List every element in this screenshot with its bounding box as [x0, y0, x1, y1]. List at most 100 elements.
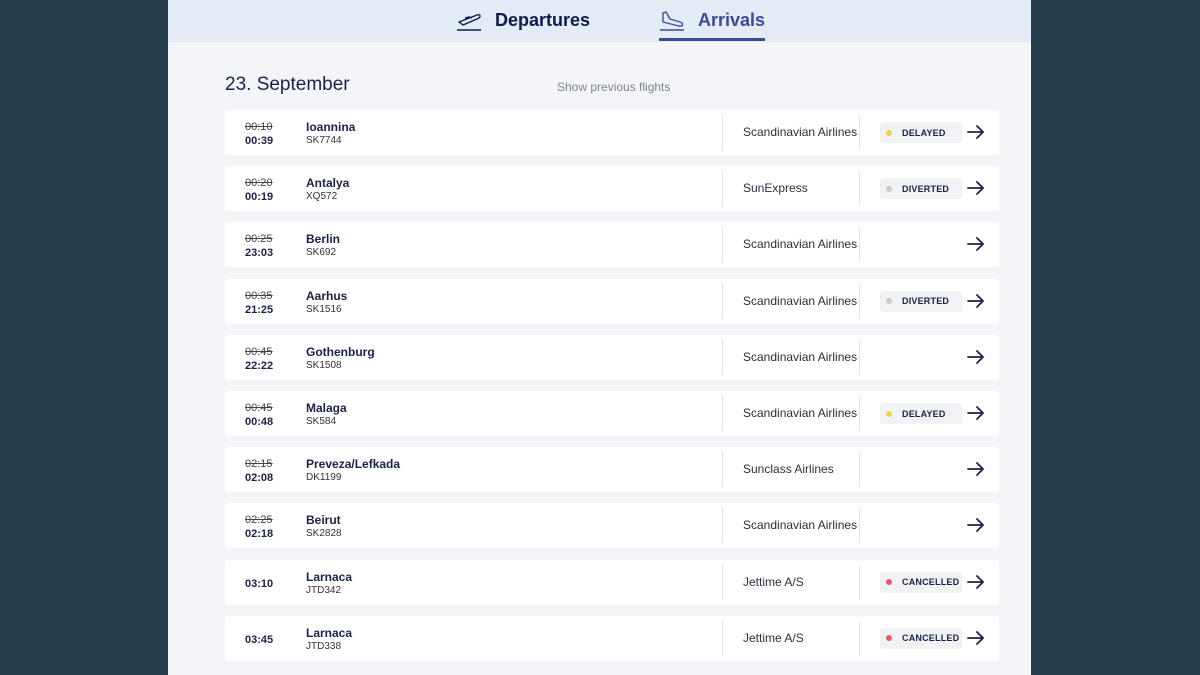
flight-row[interactable]: 03:45 Larnaca JTD338 Jettime A/S CANCELL… [225, 615, 999, 661]
scheduled-time: 00:25 [245, 233, 273, 246]
flight-row[interactable]: 03:10 Larnaca JTD342 Jettime A/S CANCELL… [225, 559, 999, 605]
divider [722, 283, 723, 319]
flight-destination: Aarhus SK1516 [306, 289, 347, 317]
flight-number: JTD342 [306, 584, 342, 596]
flight-row[interactable]: 00:35 21:25 Aarhus SK1516 Scandinavian A… [225, 278, 999, 324]
flight-destination: Malaga SK584 [306, 401, 347, 429]
status-badge: CANCELLED [880, 571, 962, 593]
airline-name: Jettime A/S [743, 630, 804, 645]
scheduled-time: 00:45 [245, 402, 273, 414]
destination-city: Beirut [306, 513, 341, 528]
arrow-right-icon[interactable] [967, 236, 985, 252]
divider [722, 227, 723, 263]
scheduled-time: 02:15 [245, 458, 273, 471]
airline-name: Scandinavian Airlines [743, 406, 858, 420]
date-heading: 23. September [225, 74, 350, 95]
destination-city: Preveza/Lefkada [306, 457, 401, 472]
actual-time: 03:45 [245, 633, 274, 646]
status-text: DIVERTED [902, 183, 950, 194]
scheduled-time: 02:25 [245, 514, 273, 527]
tab-bar: Departures Arrivals [168, 0, 1031, 42]
flight-number: SK692 [306, 247, 337, 259]
destination-city: Gothenburg [306, 344, 375, 359]
divider [859, 508, 860, 544]
actual-time: 02:18 [245, 528, 274, 541]
status-dot [886, 185, 892, 192]
show-previous-flights-link[interactable]: Show previous flights [557, 80, 670, 94]
flight-row[interactable]: 00:45 00:48 Malaga SK584 Scandinavian Ai… [225, 391, 999, 436]
divider [859, 115, 860, 150]
flight-times: 02:15 02:08 [245, 457, 273, 485]
divider [722, 171, 723, 207]
arrow-right-icon[interactable] [967, 574, 985, 590]
actual-time: 00:48 [245, 416, 274, 428]
scheduled-time: 00:10 [245, 121, 273, 133]
tab-departures[interactable]: Departures [456, 0, 590, 41]
actual-time: 00:39 [245, 135, 274, 147]
flight-destination: Preveza/Lefkada DK1199 [306, 457, 400, 485]
flight-destination: Gothenburg SK1508 [306, 345, 375, 373]
divider [859, 564, 860, 600]
actual-time: 21:25 [245, 303, 274, 316]
tab-arrivals[interactable]: Arrivals [659, 0, 766, 41]
airline-name: Scandinavian Airlines [743, 349, 858, 364]
destination-city: Larnaca [306, 569, 353, 584]
divider [722, 115, 723, 150]
flight-destination: Ioannina SK7744 [306, 120, 355, 148]
flight-row[interactable]: 00:20 00:19 Antalya XQ572 SunExpress DIV… [225, 166, 999, 212]
destination-city: Berlin [306, 232, 341, 247]
flight-number: SK7744 [306, 135, 342, 146]
flight-row[interactable]: 02:25 02:18 Beirut SK2828 Scandinavian A… [225, 503, 999, 549]
flight-number: DK1199 [306, 472, 342, 484]
flight-destination: Berlin SK692 [306, 232, 340, 260]
divider [722, 339, 723, 375]
status-text: DIVERTED [902, 296, 950, 307]
status-text: CANCELLED [902, 633, 960, 644]
actual-time: 02:08 [245, 472, 274, 485]
divider [859, 339, 860, 375]
flight-board: Departures Arrivals 23. September Show p… [168, 0, 1031, 675]
divider [722, 452, 723, 488]
plane-takeoff-icon [457, 13, 481, 31]
scheduled-time: 00:20 [245, 177, 273, 190]
arrow-right-icon[interactable] [967, 405, 985, 421]
arrow-right-icon[interactable] [967, 180, 985, 196]
flight-row[interactable]: 00:25 23:03 Berlin SK692 Scandinavian Ai… [225, 222, 999, 268]
arrow-right-icon[interactable] [967, 349, 985, 365]
divider [722, 508, 723, 544]
flight-times: 00:35 21:25 [245, 289, 273, 317]
status-dot [886, 298, 892, 305]
flight-number: SK1508 [306, 359, 342, 371]
airline-name: Scandinavian Airlines [743, 125, 858, 139]
actual-time: 00:19 [245, 191, 274, 204]
actual-time: 22:22 [245, 359, 274, 372]
tab-arrivals-label: Arrivals [698, 10, 766, 30]
divider [859, 452, 860, 488]
flight-number: SK584 [306, 416, 337, 427]
flight-number: SK2828 [306, 528, 342, 540]
flight-destination: Beirut SK2828 [306, 513, 342, 541]
airline-name: Scandinavian Airlines [743, 293, 858, 308]
divider [859, 227, 860, 263]
destination-city: Aarhus [306, 288, 348, 303]
flight-times: 00:10 00:39 [245, 120, 273, 148]
arrow-right-icon[interactable] [967, 124, 985, 140]
scheduled-time: 00:35 [245, 289, 273, 302]
divider [859, 396, 860, 431]
arrow-right-icon[interactable] [967, 630, 985, 646]
flight-row[interactable]: 02:15 02:08 Preveza/Lefkada DK1199 Suncl… [225, 447, 999, 493]
status-badge: DELAYED [880, 403, 962, 424]
tab-departures-label: Departures [495, 10, 591, 30]
flight-destination: Antalya XQ572 [306, 176, 349, 204]
flight-row[interactable]: 00:45 22:22 Gothenburg SK1508 Scandinavi… [225, 334, 999, 380]
status-text: CANCELLED [902, 577, 960, 588]
arrow-right-icon[interactable] [967, 461, 985, 477]
flight-destination: Larnaca JTD338 [306, 626, 352, 654]
airline-name: Scandinavian Airlines [743, 518, 858, 533]
arrow-right-icon[interactable] [967, 293, 985, 309]
airline-name: Jettime A/S [743, 574, 804, 589]
flight-times: 03:10 [245, 570, 273, 591]
divider [859, 171, 860, 207]
flight-row[interactable]: 00:10 00:39 Ioannina SK7744 Scandinavian… [225, 110, 999, 155]
arrow-right-icon[interactable] [967, 517, 985, 533]
